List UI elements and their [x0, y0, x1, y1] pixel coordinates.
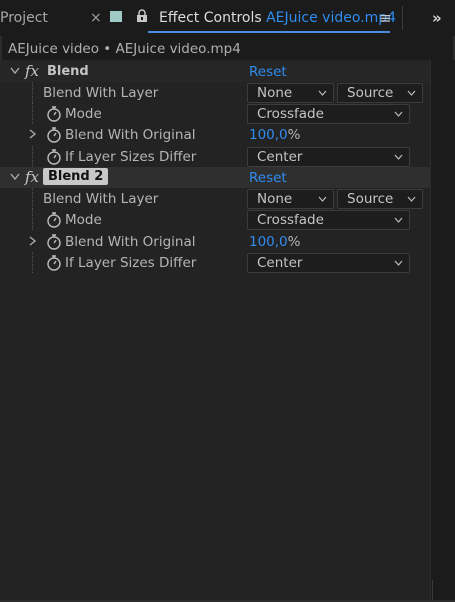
close-icon[interactable]: ×	[90, 10, 102, 26]
property-row-mode: Mode Crossfade	[0, 209, 430, 230]
overflow-chevrons-icon[interactable]: »	[432, 9, 442, 27]
tab-project[interactable]: Project	[0, 10, 48, 26]
tab-effect-controls-file[interactable]: AEJuice video.mp4	[266, 10, 396, 26]
property-row-if-layer-sizes-differ: If Layer Sizes Differ Center	[0, 252, 430, 273]
number-scrub[interactable]: 100,0	[249, 127, 288, 143]
scrollbar-divider	[432, 580, 433, 600]
layer-select[interactable]: None	[247, 189, 334, 209]
property-label: Blend With Layer	[43, 191, 159, 207]
tree-guide	[32, 146, 33, 167]
stopwatch-icon[interactable]	[46, 148, 62, 165]
layer-select-value: None	[257, 191, 293, 207]
fx-icon[interactable]: fx	[25, 62, 39, 80]
stopwatch-icon[interactable]	[46, 126, 62, 143]
layer-select-value: None	[257, 85, 293, 101]
dropdown-caret-icon	[318, 90, 327, 96]
source-select-value: Source	[347, 191, 394, 207]
tree-guide	[32, 82, 33, 103]
dropdown-caret-icon	[407, 196, 416, 202]
property-label: Blend With Original	[65, 127, 196, 143]
chevron-right-icon[interactable]	[29, 129, 36, 139]
property-label: If Layer Sizes Differ	[65, 149, 197, 165]
layer-size-select-value: Center	[257, 149, 303, 165]
unit-label: %	[287, 234, 301, 250]
panel-menu-icon[interactable]: ≡	[379, 9, 392, 27]
reset-link[interactable]: Reset	[249, 170, 287, 186]
dropdown-caret-icon	[318, 196, 327, 202]
effect-header-blend[interactable]: fx Blend Reset	[0, 61, 430, 82]
property-label: Blend With Original	[65, 234, 196, 250]
unit-label: %	[287, 127, 301, 143]
dropdown-caret-icon	[407, 90, 416, 96]
mode-select[interactable]: Crossfade	[247, 104, 410, 124]
layer-select[interactable]: None	[247, 83, 334, 103]
tree-guide	[32, 188, 33, 209]
tab-divider	[402, 6, 403, 30]
blend-with-original-value[interactable]: 100,0%	[249, 127, 300, 143]
dropdown-caret-icon	[394, 260, 403, 266]
number-scrub[interactable]: 100,0	[249, 234, 288, 250]
property-row-if-layer-sizes-differ: If Layer Sizes Differ Center	[0, 146, 430, 167]
source-select[interactable]: Source	[337, 189, 423, 209]
source-select-value: Source	[347, 85, 394, 101]
stopwatch-icon[interactable]	[46, 233, 62, 250]
property-row-blend-with-layer: Blend With Layer None Source	[0, 188, 430, 209]
vertical-scrollbar[interactable]	[430, 60, 455, 600]
property-label: Mode	[65, 212, 102, 228]
layer-size-select[interactable]: Center	[247, 147, 410, 167]
layer-size-select-value: Center	[257, 255, 303, 271]
label-color-swatch	[110, 11, 122, 22]
effect-name: Blend	[47, 64, 89, 79]
tree-guide	[32, 209, 33, 230]
breadcrumb: AEJuice video • AEJuice video.mp4	[8, 41, 241, 57]
tab-effect-controls[interactable]: Effect Controls AEJuice video.mp4	[159, 10, 396, 26]
mode-select-value: Crossfade	[257, 212, 324, 228]
property-label: If Layer Sizes Differ	[65, 255, 197, 271]
tree-guide	[32, 103, 33, 124]
source-select[interactable]: Source	[337, 83, 423, 103]
chevron-right-icon[interactable]	[29, 236, 36, 246]
chevron-down-icon[interactable]	[10, 173, 20, 181]
property-row-mode: Mode Crossfade	[0, 103, 430, 124]
mode-select[interactable]: Crossfade	[247, 210, 410, 230]
tree-guide	[32, 252, 33, 273]
tab-bar: Project × Effect Controls AEJuice video.…	[0, 0, 455, 36]
dropdown-caret-icon	[394, 154, 403, 160]
mode-select-value: Crossfade	[257, 106, 324, 122]
property-label: Mode	[65, 106, 102, 122]
property-label: Blend With Layer	[43, 85, 159, 101]
effect-header-blend-2[interactable]: fx Blend 2 Reset	[0, 167, 430, 188]
stopwatch-icon[interactable]	[46, 105, 62, 122]
property-row-blend-with-original: Blend With Original 100,0%	[0, 231, 430, 252]
effect-name[interactable]: Blend 2	[43, 168, 109, 185]
reset-link[interactable]: Reset	[249, 64, 287, 80]
dropdown-caret-icon	[394, 217, 403, 223]
stopwatch-icon[interactable]	[46, 211, 62, 228]
stopwatch-icon[interactable]	[46, 254, 62, 271]
chevron-down-icon[interactable]	[10, 67, 20, 75]
tab-effect-controls-label: Effect Controls	[159, 10, 262, 26]
layer-size-select[interactable]: Center	[247, 253, 410, 273]
fx-icon[interactable]: fx	[25, 168, 39, 186]
active-tab-indicator	[148, 31, 390, 33]
dropdown-caret-icon	[394, 111, 403, 117]
blend-with-original-value[interactable]: 100,0%	[249, 234, 300, 250]
lock-icon[interactable]	[136, 9, 148, 23]
property-row-blend-with-original: Blend With Original 100,0%	[0, 124, 430, 145]
property-row-blend-with-layer: Blend With Layer None Source	[0, 82, 430, 103]
